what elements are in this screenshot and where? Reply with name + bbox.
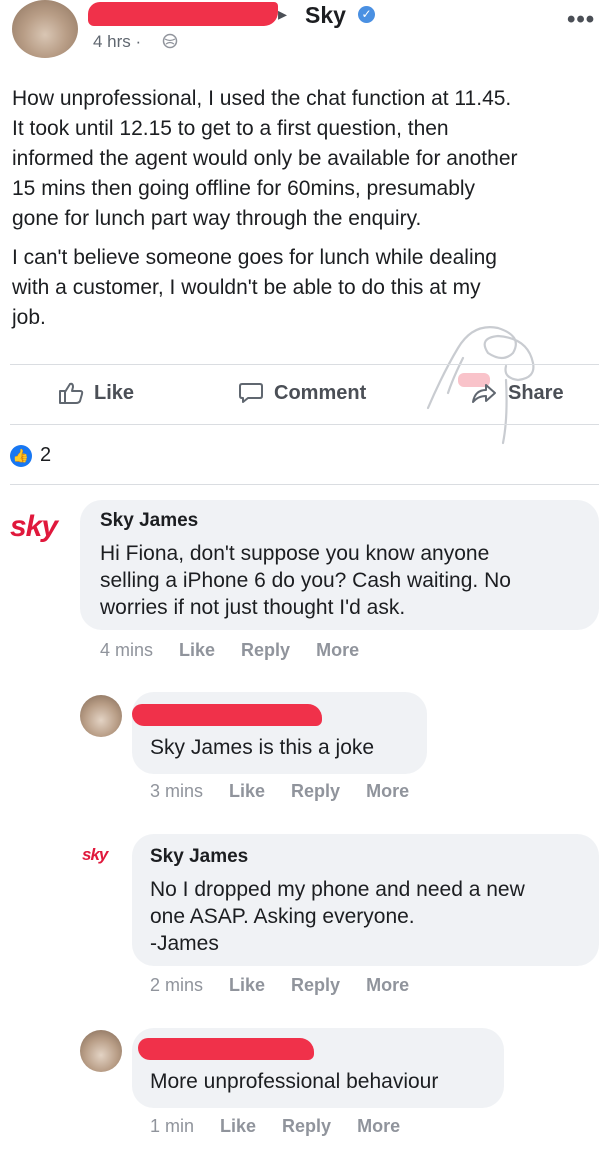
comment-bubble: More unprofessional behaviour bbox=[132, 1028, 504, 1108]
sky-logo-avatar[interactable]: sky bbox=[10, 510, 58, 544]
comment-author[interactable]: Sky James bbox=[150, 846, 248, 868]
page-name-link[interactable]: Sky bbox=[305, 2, 346, 29]
comment-text: Sky James is this a joke bbox=[150, 736, 375, 759]
like-reaction-icon: 👍 bbox=[10, 444, 32, 467]
comment-time[interactable]: 1 min bbox=[150, 1116, 194, 1137]
comment-bubble: Sky James is this a joke bbox=[132, 692, 427, 774]
comment-bubble: Sky James Hi Fiona, don't suppose you kn… bbox=[80, 500, 599, 630]
comment-button-label: Comment bbox=[274, 381, 367, 404]
comment-like-link[interactable]: Like bbox=[220, 1116, 256, 1137]
comment-text: More unprofessional behaviour bbox=[150, 1070, 439, 1093]
poster-avatar[interactable] bbox=[12, 0, 78, 58]
reaction-count: 2 bbox=[40, 444, 52, 466]
comment-like-link[interactable]: Like bbox=[229, 781, 265, 802]
comment-author[interactable]: Sky James bbox=[100, 510, 198, 532]
commenter-avatar[interactable] bbox=[80, 1030, 122, 1072]
globe-icon bbox=[162, 33, 178, 53]
comment-like-link[interactable]: Like bbox=[179, 640, 215, 661]
comment-reply-link[interactable]: Reply bbox=[282, 1116, 331, 1137]
comment-like-link[interactable]: Like bbox=[229, 975, 265, 996]
share-button-label: Share bbox=[508, 381, 564, 404]
comment-reply-link[interactable]: Reply bbox=[291, 975, 340, 996]
thumbs-up-icon bbox=[59, 382, 84, 404]
share-button[interactable]: Share bbox=[470, 381, 564, 405]
comment-text: No I dropped my phone and need a new one… bbox=[150, 878, 525, 955]
redacted-poster-name bbox=[88, 2, 278, 26]
comment-meta: 4 mins Like Reply More bbox=[100, 640, 359, 661]
reaction-summary[interactable]: 👍 2 bbox=[10, 444, 51, 467]
arrow-separator-icon: ▸ bbox=[278, 4, 288, 24]
comment-time[interactable]: 4 mins bbox=[100, 640, 153, 661]
post-timestamp[interactable]: 4 hrs · bbox=[93, 32, 141, 52]
like-button[interactable]: Like bbox=[58, 381, 134, 405]
verified-badge-icon: ✓ bbox=[358, 6, 375, 23]
comment-time[interactable]: 2 mins bbox=[150, 975, 203, 996]
comment-text: Hi Fiona, don't suppose you know anyone … bbox=[100, 542, 511, 619]
comment-more-link[interactable]: More bbox=[316, 640, 359, 661]
comment-time[interactable]: 3 mins bbox=[150, 781, 203, 802]
comment-meta: 1 min Like Reply More bbox=[150, 1116, 400, 1137]
comment-reply-link[interactable]: Reply bbox=[291, 781, 340, 802]
comment-more-link[interactable]: More bbox=[366, 781, 409, 802]
divider bbox=[10, 484, 599, 485]
like-button-label: Like bbox=[94, 381, 135, 404]
redacted-commenter-name bbox=[132, 704, 322, 726]
post-body-paragraph-1: How unprofessional, I used the chat func… bbox=[12, 87, 518, 230]
share-arrow-icon bbox=[472, 384, 496, 403]
comment-meta: 2 mins Like Reply More bbox=[150, 975, 409, 996]
comment-bubble: Sky James No I dropped my phone and need… bbox=[132, 834, 599, 966]
comment-meta: 3 mins Like Reply More bbox=[150, 781, 409, 802]
comment-bubble-icon bbox=[239, 383, 263, 403]
comment-more-link[interactable]: More bbox=[357, 1116, 400, 1137]
comment-button[interactable]: Comment bbox=[238, 381, 366, 405]
redacted-commenter-name bbox=[138, 1038, 314, 1060]
sky-logo-avatar[interactable]: sky bbox=[82, 845, 108, 865]
commenter-avatar[interactable] bbox=[80, 695, 122, 737]
divider bbox=[10, 424, 599, 425]
comment-reply-link[interactable]: Reply bbox=[241, 640, 290, 661]
divider bbox=[10, 364, 599, 365]
comment-more-link[interactable]: More bbox=[366, 975, 409, 996]
more-options-icon[interactable]: ••• bbox=[567, 6, 595, 34]
